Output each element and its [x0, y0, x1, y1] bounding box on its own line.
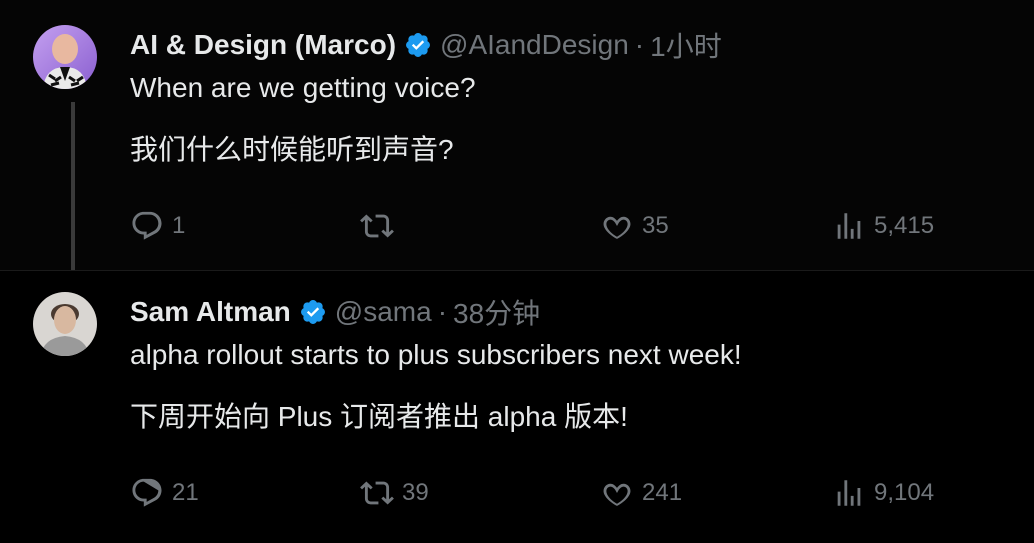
verified-badge-icon	[404, 31, 432, 59]
views-count: 9,104	[874, 479, 935, 506]
tweet-header: Sam Altman @sama · 38分钟	[130, 294, 540, 330]
author-name[interactable]: AI & Design (Marco)	[130, 29, 396, 61]
separator-dot: ·	[437, 296, 448, 327]
like-icon	[603, 216, 631, 239]
thread-connector-line	[71, 102, 75, 282]
tweet-sama[interactable]: Sam Altman @sama · 38分钟 alpha rollout st…	[0, 270, 1034, 543]
like-icon	[603, 483, 631, 506]
like-count: 241	[642, 479, 683, 506]
separator-dot: ·	[634, 29, 645, 60]
tweet-header: AI & Design (Marco) @AIandDesign · 1小时	[130, 27, 722, 63]
reply-count: 1	[172, 212, 186, 239]
views-button[interactable]: 9,104	[832, 475, 934, 511]
like-button[interactable]: 241	[600, 475, 682, 511]
retweet-icon	[360, 214, 394, 238]
like-button[interactable]: 35	[600, 208, 669, 244]
verified-badge-icon	[299, 298, 327, 326]
avatar[interactable]	[33, 292, 97, 356]
retweet-button[interactable]	[360, 208, 402, 244]
timestamp[interactable]: 1小时	[650, 25, 722, 65]
views-button[interactable]: 5,415	[832, 208, 934, 244]
author-name[interactable]: Sam Altman	[130, 296, 291, 328]
views-icon	[837, 213, 861, 239]
tweet-text-zh: 我们什么时候能听到声音?	[130, 134, 454, 165]
tweet-marco[interactable]: AI & Design (Marco) @AIandDesign · 1小时 W…	[0, 0, 1034, 282]
reply-count: 21	[172, 479, 199, 506]
retweet-icon	[360, 481, 394, 505]
reply-button[interactable]: 21	[130, 475, 199, 511]
tweet-text-zh: 下周开始向 Plus 订阅者推出 alpha 版本!	[130, 401, 628, 432]
tweet-actions: 21 39 241 9,104	[130, 475, 950, 511]
author-handle[interactable]: @AIandDesign	[440, 29, 629, 61]
reply-icon	[132, 478, 162, 507]
tweet-actions: 1 35 5,415	[130, 208, 950, 244]
retweet-count: 39	[402, 479, 429, 506]
reply-button[interactable]: 1	[130, 208, 185, 244]
like-count: 35	[642, 212, 669, 239]
views-icon	[837, 480, 861, 506]
retweet-button[interactable]: 39	[360, 475, 429, 511]
avatar[interactable]	[33, 25, 97, 89]
author-handle[interactable]: @sama	[335, 296, 432, 328]
tweet-text-en: When are we getting voice?	[130, 72, 476, 103]
views-count: 5,415	[874, 212, 935, 239]
reply-icon	[132, 211, 162, 240]
timestamp[interactable]: 38分钟	[453, 292, 540, 332]
tweet-text-en: alpha rollout starts to plus subscribers…	[130, 339, 742, 370]
